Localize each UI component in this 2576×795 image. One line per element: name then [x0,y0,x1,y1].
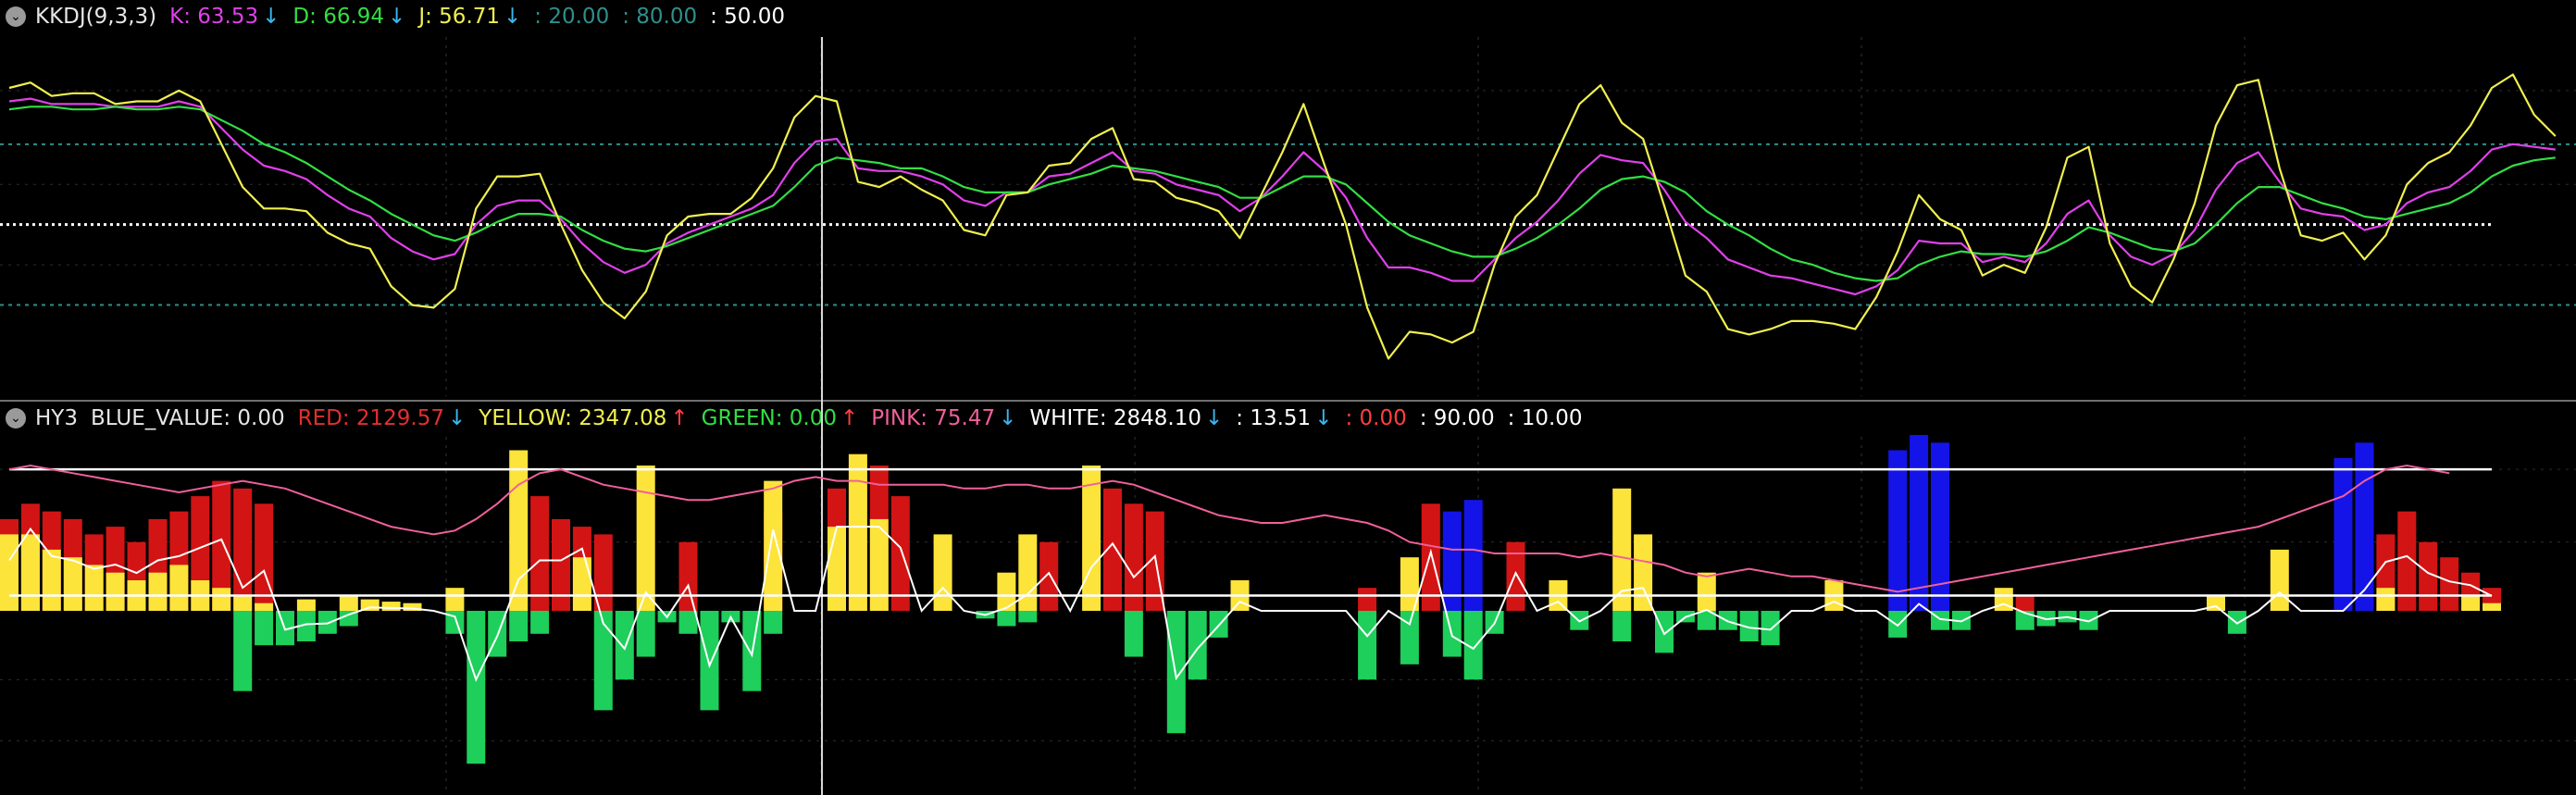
hy3-green-bar-83 [1761,611,1780,646]
hy3-green-bar-22 [467,611,486,764]
hy3-red-bar-42 [890,496,910,611]
hy3-yellow-bar-1 [20,534,40,611]
indicator-chart[interactable] [0,0,2576,795]
hy3-green-bar-76 [1612,611,1632,641]
hy3-blue-bar-90 [1910,435,1929,611]
hy3-yellow-bar-14 [296,599,316,611]
hy3-green-bar-66 [1400,611,1419,665]
hy3-green-bar-53 [1124,611,1143,657]
hy3-red-bar-11 [233,488,253,611]
hy3-green-bar-47 [997,611,1016,627]
hy3-yellow-bar-76 [1612,488,1632,611]
hy3-green-bar-24 [509,611,529,641]
hy3-blue-bar-110 [2333,457,2353,611]
hy3-green-bar-64 [1358,611,1377,680]
hy3-yellow-base-bar-3 [63,557,82,611]
hy3-green-bar-48 [1018,611,1038,623]
hy3-yellow-bar-27 [572,557,591,611]
hy3-yellow-base-bar-7 [148,572,168,611]
hy3-green-bar-55 [1166,611,1186,734]
hy3-red-bar-32 [678,541,698,611]
hy3-yellow-bar-107 [2270,549,2289,611]
hy3-red-bar-71 [1506,541,1525,611]
hy3-yellow-base-bar-12 [255,602,274,611]
hy3-yellow-bar-16 [339,595,358,611]
hy3-blue-bar-69 [1463,500,1483,611]
hy3-green-bar-56 [1188,611,1207,680]
hy3-yellow-base-bar-5 [106,572,125,611]
hy3-green-bar-25 [530,611,550,634]
hy3-pink-line [8,464,2450,593]
hy3-yellow-base-bar-2 [42,549,61,611]
hy3-red-bar-25 [530,496,550,611]
hy3-green-bar-89 [1888,611,1908,638]
kkdj-j-line [8,73,2557,360]
hy3-yellow-bar-39 [828,527,846,611]
hy3-yellow-bar-112 [2376,588,2396,611]
hy3-blue-bar-89 [1888,450,1908,611]
kkdj-k-line [8,97,2556,296]
hy3-yellow-base-bar-0 [0,534,19,611]
hy3-green-bar-33 [700,611,719,711]
hy3-yellow-bar-24 [509,450,529,611]
hy3-green-bar-12 [255,611,274,646]
hy3-white-line [8,526,2493,682]
hy3-yellow-base-bar-10 [212,588,231,611]
hy3-yellow-bar-47 [997,572,1016,611]
hy3-red-bar-26 [552,518,570,611]
hy3-green-bar-32 [678,611,698,634]
hy3-green-bar-11 [233,611,253,691]
hy3-red-bar-115 [2440,557,2459,611]
hy3-red-bar-49 [1039,541,1059,611]
hy3-yellow-bar-36 [764,480,783,611]
hy3-red-bar-64 [1358,588,1377,611]
hy3-red-bar-95 [2015,595,2035,611]
hy3-yellow-bar-116 [2461,595,2481,611]
hy3-yellow-bar-117 [2483,602,2501,611]
hy3-yellow-bar-80 [1697,572,1716,611]
hy3-yellow-base-bar-8 [169,565,189,611]
hy3-green-bar-28 [593,611,613,711]
hy3-blue-bar-111 [2355,442,2374,611]
hy3-yellow-bar-30 [636,466,655,611]
hy3-yellow-bar-77 [1634,534,1653,611]
hy3-yellow-bar-40 [848,453,867,611]
hy3-green-bar-29 [615,611,634,680]
hy3-yellow-bar-51 [1082,466,1101,611]
hy3-yellow-bar-18 [381,602,401,611]
hy3-green-bar-15 [317,611,337,634]
hy3-yellow-bar-44 [933,534,952,611]
hy3-green-bar-36 [764,611,783,634]
hy3-yellow-base-bar-11 [233,595,253,611]
hy3-yellow-base-bar-4 [84,565,104,611]
hy3-green-bar-30 [636,611,655,657]
hy3-yellow-bar-21 [445,588,465,611]
